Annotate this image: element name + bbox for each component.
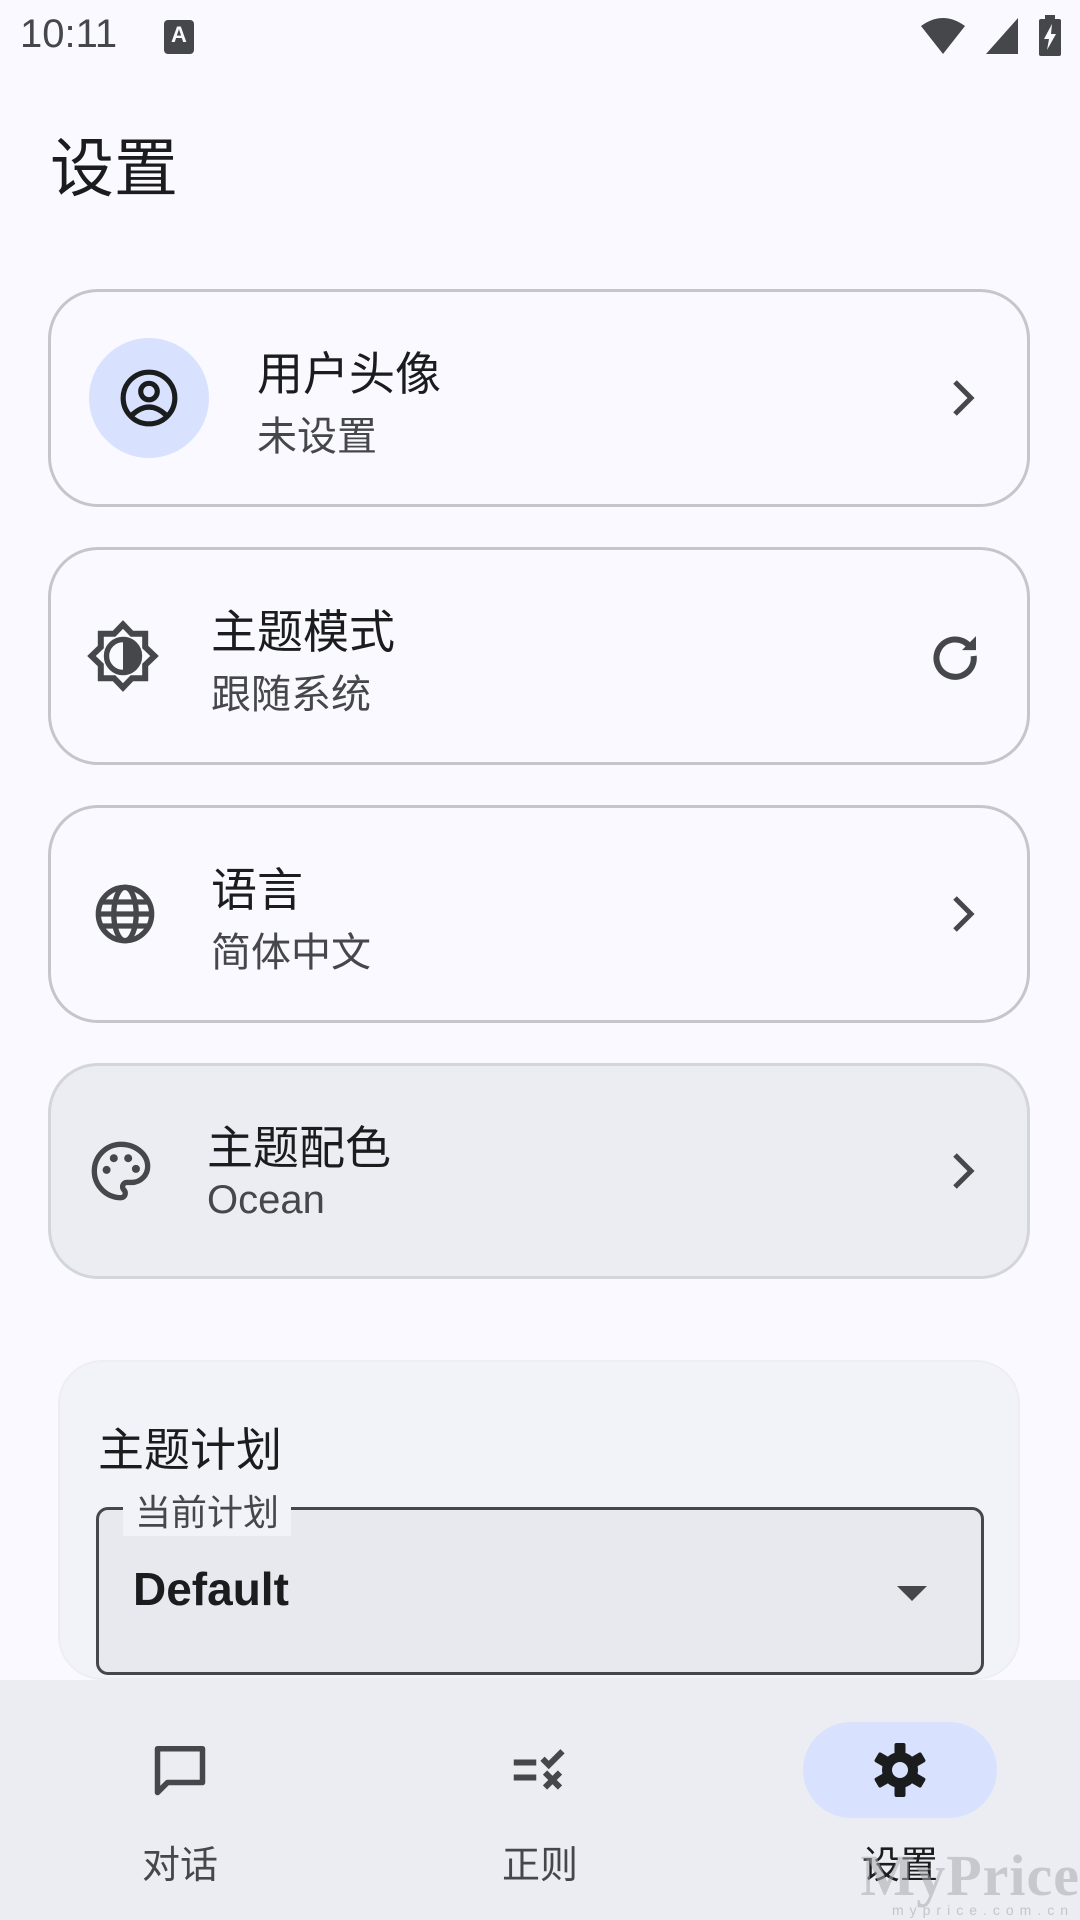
refresh-icon[interactable]: [927, 628, 983, 684]
status-bar: 10:11 A: [0, 0, 1080, 76]
battery-charging-icon: [1039, 15, 1061, 56]
plan-dropdown[interactable]: 当前计划 Default: [96, 1484, 984, 1675]
user-avatar-setting[interactable]: 用户头像 未设置: [48, 289, 1030, 507]
chevron-right-icon: [953, 380, 975, 416]
status-icons: [920, 14, 1062, 58]
language-setting[interactable]: 语言 简体中文: [48, 805, 1030, 1023]
section-title: 主题计划: [98, 1423, 282, 1477]
card-title: 主题模式: [211, 605, 395, 659]
page-title: 设置: [50, 133, 178, 207]
keyboard-notification-icon: A: [164, 20, 194, 54]
brightness-auto-icon: [87, 620, 159, 692]
dropdown-arrow-icon: [897, 1586, 927, 1601]
globe-icon: [95, 884, 155, 944]
wifi-icon: [921, 18, 965, 54]
card-subtitle: 跟随系统: [211, 672, 371, 718]
chat-icon: [154, 1746, 206, 1796]
watermark-url: myprice.com.cn: [891, 1902, 1074, 1918]
nav-label: 对话: [141, 1843, 218, 1887]
card-subtitle: 未设置: [257, 414, 377, 460]
theme-mode-setting[interactable]: 主题模式 跟随系统: [48, 547, 1030, 765]
chevron-right-icon: [953, 1153, 975, 1189]
nav-label: 正则: [501, 1843, 578, 1887]
theme-color-setting[interactable]: 主题配色 Ocean: [48, 1063, 1030, 1279]
card-subtitle: Ocean: [207, 1178, 325, 1222]
theme-plan-panel: 主题计划 当前计划 Default: [58, 1360, 1020, 1680]
rule-icon: [513, 1749, 565, 1790]
dropdown-value: Default: [133, 1563, 289, 1615]
palette-icon: [91, 1141, 151, 1201]
dropdown-label: 当前计划: [123, 1484, 292, 1536]
nav-item-rules[interactable]: 正则: [360, 1680, 720, 1920]
watermark-logo: MyPrice: [860, 1843, 1080, 1908]
card-title: 用户头像: [257, 347, 441, 401]
cell-signal-icon: [986, 18, 1018, 54]
gear-icon: [874, 1743, 926, 1797]
nav-item-chat[interactable]: 对话: [0, 1680, 360, 1920]
avatar: [89, 338, 209, 458]
card-subtitle: 简体中文: [211, 930, 371, 976]
chevron-right-icon: [953, 896, 975, 932]
card-title: 语言: [211, 863, 303, 917]
status-time: 10:11: [20, 12, 118, 56]
card-title: 主题配色: [207, 1121, 391, 1175]
account-circle-icon: [120, 369, 178, 427]
